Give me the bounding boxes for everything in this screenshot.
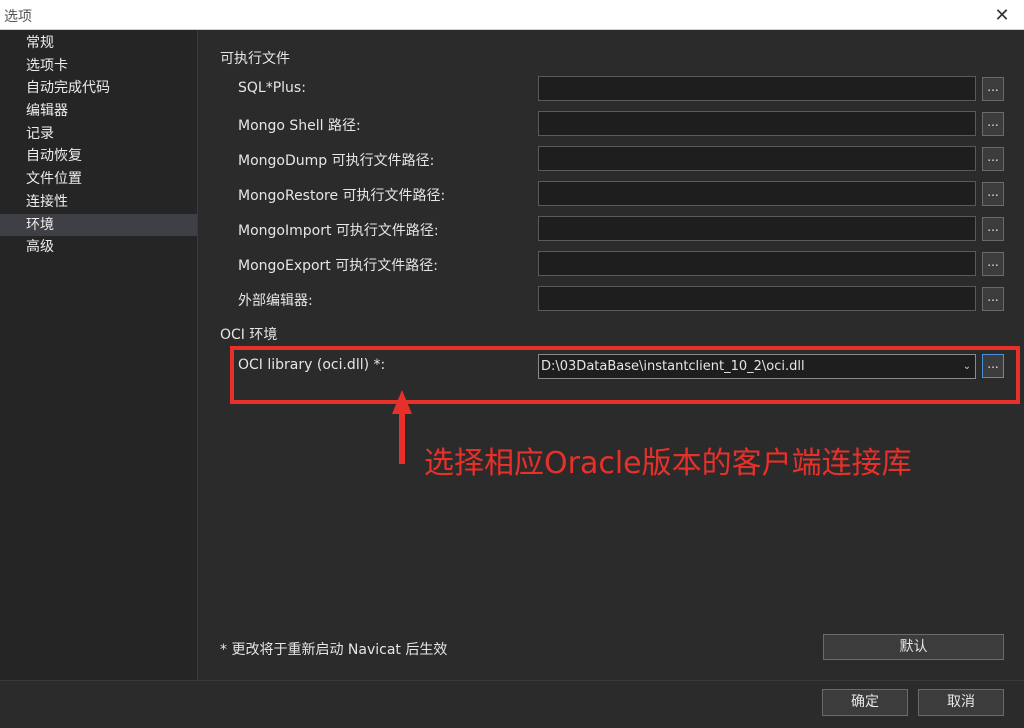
sqlplus-label: SQL*Plus:: [238, 80, 306, 96]
mongoimport-input[interactable]: [538, 216, 976, 241]
mongorestore-input[interactable]: [538, 181, 976, 206]
sidebar-item-tabs[interactable]: 选项卡: [0, 55, 197, 78]
sidebar-item-records[interactable]: 记录: [0, 123, 197, 146]
sidebar-item-code-completion[interactable]: 自动完成代码: [0, 77, 197, 100]
mongo-shell-label: Mongo Shell 路径:: [238, 118, 361, 134]
dialog-footer: 确定 取消: [0, 680, 1024, 728]
cancel-button[interactable]: 取消: [918, 689, 1004, 716]
mongo-shell-input[interactable]: [538, 111, 976, 136]
mongodump-label: MongoDump 可执行文件路径:: [238, 153, 435, 169]
main-panel: 可执行文件 SQL*Plus: ... Mongo Shell 路径: ... …: [198, 30, 1024, 680]
external-editor-input[interactable]: [538, 286, 976, 311]
close-icon: ✕: [994, 4, 1010, 26]
mongorestore-label: MongoRestore 可执行文件路径:: [238, 188, 446, 204]
sidebar-item-advanced[interactable]: 高级: [0, 236, 197, 259]
annotation-highlight-box: [230, 346, 1020, 404]
mongodump-browse-button[interactable]: ...: [982, 147, 1004, 171]
mongodump-input[interactable]: [538, 146, 976, 171]
mongoimport-browse-button[interactable]: ...: [982, 217, 1004, 241]
mongorestore-browse-button[interactable]: ...: [982, 182, 1004, 206]
external-editor-browse-button[interactable]: ...: [982, 287, 1004, 311]
default-button[interactable]: 默认: [823, 634, 1004, 660]
external-editor-label: 外部编辑器:: [238, 293, 313, 309]
window-title: 选项: [4, 9, 32, 25]
close-button[interactable]: ✕: [980, 0, 1024, 30]
restart-footnote: * 更改将于重新启动 Navicat 后生效: [220, 642, 448, 658]
sqlplus-input[interactable]: [538, 76, 976, 101]
sidebar-item-connectivity[interactable]: 连接性: [0, 191, 197, 214]
mongoimport-label: MongoImport 可执行文件路径:: [238, 223, 439, 239]
sidebar-item-auto-recovery[interactable]: 自动恢复: [0, 145, 197, 168]
mongoexport-label: MongoExport 可执行文件路径:: [238, 258, 438, 274]
sidebar-item-general[interactable]: 常规: [0, 32, 197, 55]
sidebar-item-file-location[interactable]: 文件位置: [0, 168, 197, 191]
oci-section-title: OCI 环境: [220, 327, 278, 343]
annotation-text: 选择相应Oracle版本的客户端连接库: [424, 446, 912, 481]
ok-button[interactable]: 确定: [822, 689, 908, 716]
sidebar-item-editor[interactable]: 编辑器: [0, 100, 197, 123]
sidebar: 常规 选项卡 自动完成代码 编辑器 记录 自动恢复 文件位置 连接性 环境 高级: [0, 30, 198, 680]
annotation-arrow-icon: [392, 390, 412, 464]
title-bar: 选项 ✕: [0, 0, 1024, 30]
sidebar-item-environment[interactable]: 环境: [0, 213, 197, 237]
mongoexport-browse-button[interactable]: ...: [982, 252, 1004, 276]
executables-section-title: 可执行文件: [220, 51, 290, 67]
mongo-shell-browse-button[interactable]: ...: [982, 112, 1004, 136]
sqlplus-browse-button[interactable]: ...: [982, 77, 1004, 101]
mongoexport-input[interactable]: [538, 251, 976, 276]
